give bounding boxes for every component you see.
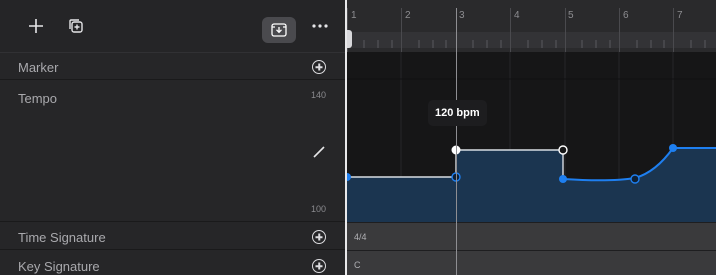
tempo-curve-handle[interactable] [630, 174, 640, 184]
key-signature-value: C [354, 260, 361, 270]
track-header-panel: Marker Tempo 140 100 Time Signature Key … [0, 0, 346, 275]
toolbar [0, 0, 346, 53]
bar-number: 1 [351, 10, 357, 21]
tempo-node[interactable] [559, 175, 567, 183]
tempo-automation-lane[interactable] [346, 52, 716, 222]
playhead-line[interactable] [456, 8, 457, 275]
bar-line [565, 8, 566, 52]
bar-number: 5 [568, 10, 574, 21]
panel-divider[interactable] [345, 0, 347, 275]
bar-number: 4 [514, 10, 520, 21]
add-time-signature-icon[interactable] [312, 230, 326, 244]
more-ellipsis-icon[interactable] [308, 14, 332, 38]
time-signature-strip[interactable]: 4/4 [346, 222, 716, 250]
import-tray-button[interactable] [262, 17, 296, 43]
key-signature-lane-header: Key Signature [0, 250, 346, 275]
tempo-max-label: 140 [310, 90, 326, 100]
add-marker-icon[interactable] [312, 60, 326, 74]
key-signature-strip[interactable]: C [346, 250, 716, 275]
plus-icon[interactable] [24, 14, 48, 38]
import-tray-icon [271, 23, 287, 37]
tempo-node-selected[interactable] [558, 145, 568, 155]
key-signature-label: Key Signature [18, 259, 100, 274]
tempo-tooltip: 120 bpm [428, 100, 487, 126]
tempo-lane-header: Tempo 140 100 [0, 80, 346, 222]
tempo-label: Tempo [18, 91, 58, 106]
time-signature-lane-header: Time Signature [0, 222, 346, 250]
arrangement-area: 1 2 3 4 5 6 7 4/4 C [346, 0, 716, 275]
time-signature-value: 4/4 [354, 232, 367, 242]
marker-lane-header: Marker [0, 53, 346, 80]
pencil-icon[interactable] [312, 145, 326, 164]
marker-label: Marker [18, 60, 59, 75]
time-signature-label: Time Signature [18, 230, 106, 245]
tempo-node[interactable] [669, 144, 677, 152]
duplicate-icon[interactable] [64, 14, 88, 38]
ruler[interactable]: 1 2 3 4 5 6 7 [346, 0, 716, 52]
bar-line [401, 8, 402, 52]
bar-number: 3 [459, 10, 465, 21]
bar-number: 6 [623, 10, 629, 21]
bar-line [510, 8, 511, 52]
bar-line [619, 8, 620, 52]
bar-number: 7 [677, 10, 683, 21]
bar-number: 2 [405, 10, 411, 21]
tempo-min-label: 100 [310, 204, 326, 214]
add-key-signature-icon[interactable] [312, 259, 326, 273]
bar-line [673, 8, 674, 52]
